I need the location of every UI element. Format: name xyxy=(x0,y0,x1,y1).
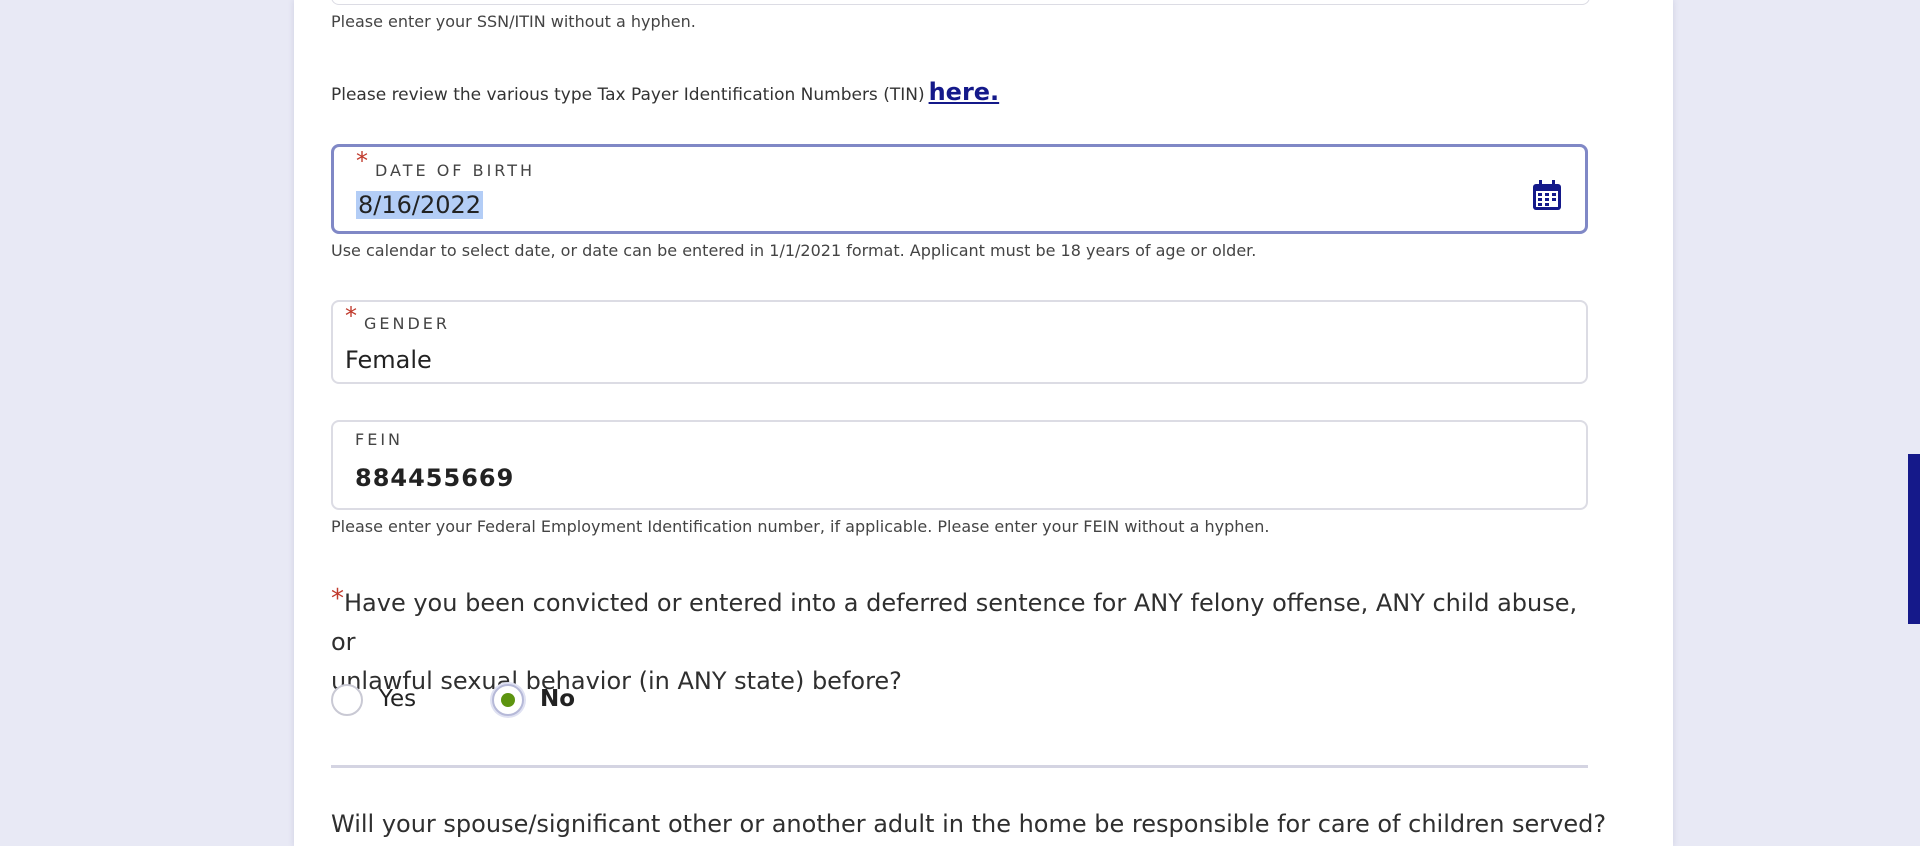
gender-select[interactable]: * GENDER Female xyxy=(331,300,1588,384)
radio-no-selected-dot xyxy=(501,693,515,707)
calendar-icon[interactable] xyxy=(1533,180,1561,210)
gender-value: Female xyxy=(345,346,432,374)
fein-field[interactable]: FEIN 884455669 xyxy=(331,420,1588,510)
ssn-field-bottom-edge[interactable] xyxy=(331,0,1590,5)
felony-question-line2: unlawful sexual behavior (in ANY state) … xyxy=(331,667,902,695)
spouse-question: Will your spouse/significant other or an… xyxy=(331,810,1607,838)
scrollbar-thumb[interactable] xyxy=(1908,454,1920,624)
section-divider xyxy=(331,765,1588,768)
dob-field[interactable]: * DATE OF BIRTH 8/16/2022 xyxy=(331,144,1588,234)
radio-yes[interactable] xyxy=(331,684,363,716)
tin-here-link[interactable]: here. xyxy=(929,78,1000,106)
dob-label: DATE OF BIRTH xyxy=(375,161,536,180)
felony-question-line1: Have you been convicted or entered into … xyxy=(331,589,1578,656)
dob-value: 8/16/2022 xyxy=(356,191,484,219)
radio-yes-label[interactable]: Yes xyxy=(379,686,416,712)
gender-required-marker: * xyxy=(345,302,357,330)
dob-help-text: Use calendar to select date, or date can… xyxy=(331,241,1257,260)
tin-review-text: Please review the various type Tax Payer… xyxy=(331,78,999,106)
tin-review-label: Please review the various type Tax Payer… xyxy=(331,85,925,105)
dob-required-marker: * xyxy=(356,147,368,175)
gender-label: GENDER xyxy=(364,314,451,333)
fein-value[interactable]: 884455669 xyxy=(355,464,514,492)
dob-input[interactable]: 8/16/2022 xyxy=(356,191,484,219)
fein-label: FEIN xyxy=(355,430,403,449)
radio-no[interactable] xyxy=(492,684,524,716)
felony-question: *Have you been convicted or entered into… xyxy=(331,580,1588,701)
form-card: Please enter your SSN/ITIN without a hyp… xyxy=(294,0,1673,846)
ssn-help-text: Please enter your SSN/ITIN without a hyp… xyxy=(331,12,696,31)
radio-no-label[interactable]: No xyxy=(540,686,575,712)
felony-required-marker: * xyxy=(331,584,344,614)
fein-help-text: Please enter your Federal Employment Ide… xyxy=(331,517,1270,536)
